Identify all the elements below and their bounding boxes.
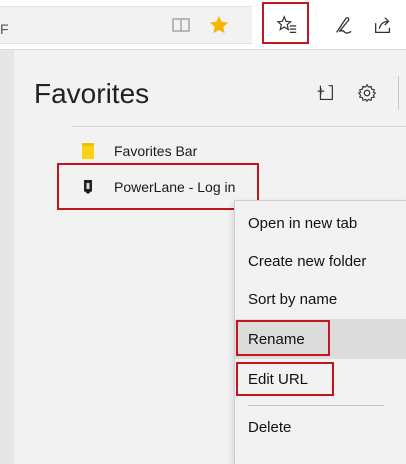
- import-favorites-icon[interactable]: [312, 80, 338, 106]
- address-bar-text: F: [0, 21, 9, 37]
- list-item-powerlane[interactable]: PowerLane - Log in: [80, 174, 235, 200]
- menu-item-edit-url[interactable]: Edit URL: [235, 359, 406, 399]
- menu-item-create-new-folder[interactable]: Create new folder: [235, 241, 406, 281]
- menu-separator: [248, 405, 384, 406]
- menu-item-delete[interactable]: Delete: [235, 407, 406, 447]
- list-item-label: Favorites Bar: [114, 143, 198, 159]
- favorite-star-icon[interactable]: [206, 12, 232, 38]
- menu-item-sort-by-name[interactable]: Sort by name: [235, 279, 406, 319]
- gear-icon[interactable]: [354, 80, 380, 106]
- reading-view-icon[interactable]: [168, 12, 194, 38]
- page-edge: [0, 50, 14, 464]
- list-divider: [72, 126, 406, 127]
- folder-icon: [80, 142, 96, 160]
- site-favicon-icon: [80, 178, 96, 196]
- hub-title: Favorites: [34, 78, 150, 109]
- list-item-label: PowerLane - Log in: [114, 179, 236, 195]
- context-menu: Open in new tab Create new folder Sort b…: [234, 200, 406, 464]
- header-divider: [398, 76, 399, 110]
- web-note-icon[interactable]: [330, 12, 356, 38]
- list-item-favorites-bar[interactable]: Favorites Bar: [80, 138, 197, 164]
- menu-item-open-in-new-tab[interactable]: Open in new tab: [235, 203, 406, 243]
- menu-item-rename[interactable]: Rename: [235, 319, 406, 359]
- browser-window: F Favorites Favorites Bar PowerLane - Lo…: [0, 0, 406, 464]
- browser-toolbar: F: [0, 0, 406, 50]
- share-icon[interactable]: [370, 12, 396, 38]
- favorites-hub-icon[interactable]: [274, 12, 300, 38]
